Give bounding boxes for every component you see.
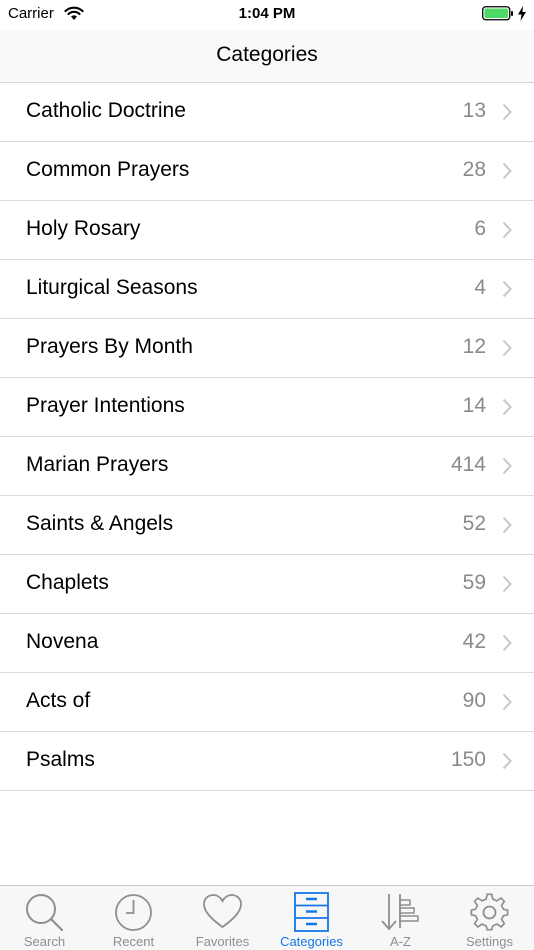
tab-search[interactable]: Search: [0, 886, 89, 950]
list-item-label: Liturgical Seasons: [26, 276, 198, 299]
list-item-label: Novena: [26, 630, 99, 653]
chevron-right-icon: [502, 162, 512, 180]
list-item-label: Catholic Doctrine: [26, 99, 186, 122]
category-list: Catholic Doctrine 13 Common Prayers 28 H…: [0, 83, 534, 791]
tab-label: Recent: [112, 934, 155, 949]
status-bar: Carrier 1:04 PM: [0, 0, 534, 30]
list-item-catholic-doctrine[interactable]: Catholic Doctrine 13: [0, 83, 534, 142]
sort-icon: [381, 894, 419, 931]
list-item-label: Saints & Angels: [26, 512, 174, 535]
list-item-label: Prayer Intentions: [26, 394, 185, 417]
tab-label: Settings: [466, 934, 513, 949]
list-item-count: 14: [462, 394, 486, 417]
list-item-count: 12: [462, 335, 486, 358]
cabinet-icon: [294, 892, 329, 932]
list-item-count: 4: [474, 276, 486, 299]
chevron-right-icon: [502, 103, 512, 121]
tab-label: Search: [23, 934, 66, 949]
page-title: Categories: [216, 43, 318, 66]
chevron-right-icon: [502, 221, 512, 239]
tab-label: A-Z: [390, 934, 411, 949]
list-item-label: Common Prayers: [26, 158, 190, 181]
tab-label: Favorites: [195, 934, 250, 949]
gear-icon: [470, 893, 509, 931]
heart-icon: [203, 894, 242, 929]
chevron-right-icon: [502, 634, 512, 652]
search-icon: [26, 894, 64, 932]
list-item-holy-rosary[interactable]: Holy Rosary 6: [0, 201, 534, 260]
list-item-label: Chaplets: [26, 571, 109, 594]
chevron-right-icon: [502, 339, 512, 357]
list-item-label: Acts of: [26, 689, 91, 712]
chevron-right-icon: [502, 398, 512, 416]
tab-label: Categories: [280, 934, 343, 949]
list-item-count: 6: [474, 217, 486, 240]
chevron-right-icon: [502, 693, 512, 711]
chevron-right-icon: [502, 752, 512, 770]
list-item-count: 52: [462, 512, 486, 535]
list-item-count: 13: [462, 99, 486, 122]
list-item-count: 42: [462, 630, 486, 653]
tab-settings[interactable]: Settings: [445, 886, 534, 950]
tab-recent[interactable]: Recent: [89, 886, 178, 950]
chevron-right-icon: [502, 516, 512, 534]
list-item-count: 59: [462, 571, 486, 594]
list-item-count: 414: [450, 453, 486, 476]
tab-categories[interactable]: Categories: [267, 886, 356, 950]
list-item-marian-prayers[interactable]: Marian Prayers 414: [0, 437, 534, 496]
list-item-label: Holy Rosary: [26, 217, 141, 240]
chevron-right-icon: [502, 280, 512, 298]
tab-bar: Search Recent Favorites Categories A-Z S…: [0, 885, 534, 950]
list-item-liturgical-seasons[interactable]: Liturgical Seasons 4: [0, 260, 534, 319]
list-item-novena[interactable]: Novena 42: [0, 614, 534, 673]
clock-icon: [115, 894, 152, 931]
tab-a-z[interactable]: A-Z: [356, 886, 445, 950]
chevron-right-icon: [502, 575, 512, 593]
list-item-prayers-by-month[interactable]: Prayers By Month 12: [0, 319, 534, 378]
list-item-acts-of[interactable]: Acts of 90: [0, 673, 534, 732]
list-item-count: 90: [462, 689, 486, 712]
list-item-chaplets[interactable]: Chaplets 59: [0, 555, 534, 614]
list-item-count: 150: [450, 748, 486, 771]
list-item-common-prayers[interactable]: Common Prayers 28: [0, 142, 534, 201]
list-item-label: Psalms: [26, 748, 95, 771]
charging-icon: [517, 6, 527, 26]
list-item-psalms[interactable]: Psalms 150: [0, 732, 534, 791]
list-item-prayer-intentions[interactable]: Prayer Intentions 14: [0, 378, 534, 437]
tab-favorites[interactable]: Favorites: [178, 886, 267, 950]
navigation-bar: Categories: [0, 30, 534, 83]
list-item-label: Marian Prayers: [26, 453, 169, 476]
chevron-right-icon: [502, 457, 512, 475]
list-item-saints-angels[interactable]: Saints & Angels 52: [0, 496, 534, 555]
list-item-label: Prayers By Month: [26, 335, 193, 358]
status-time: 1:04 PM: [238, 5, 296, 22]
battery-icon: [482, 6, 514, 26]
list-item-count: 28: [462, 158, 486, 181]
